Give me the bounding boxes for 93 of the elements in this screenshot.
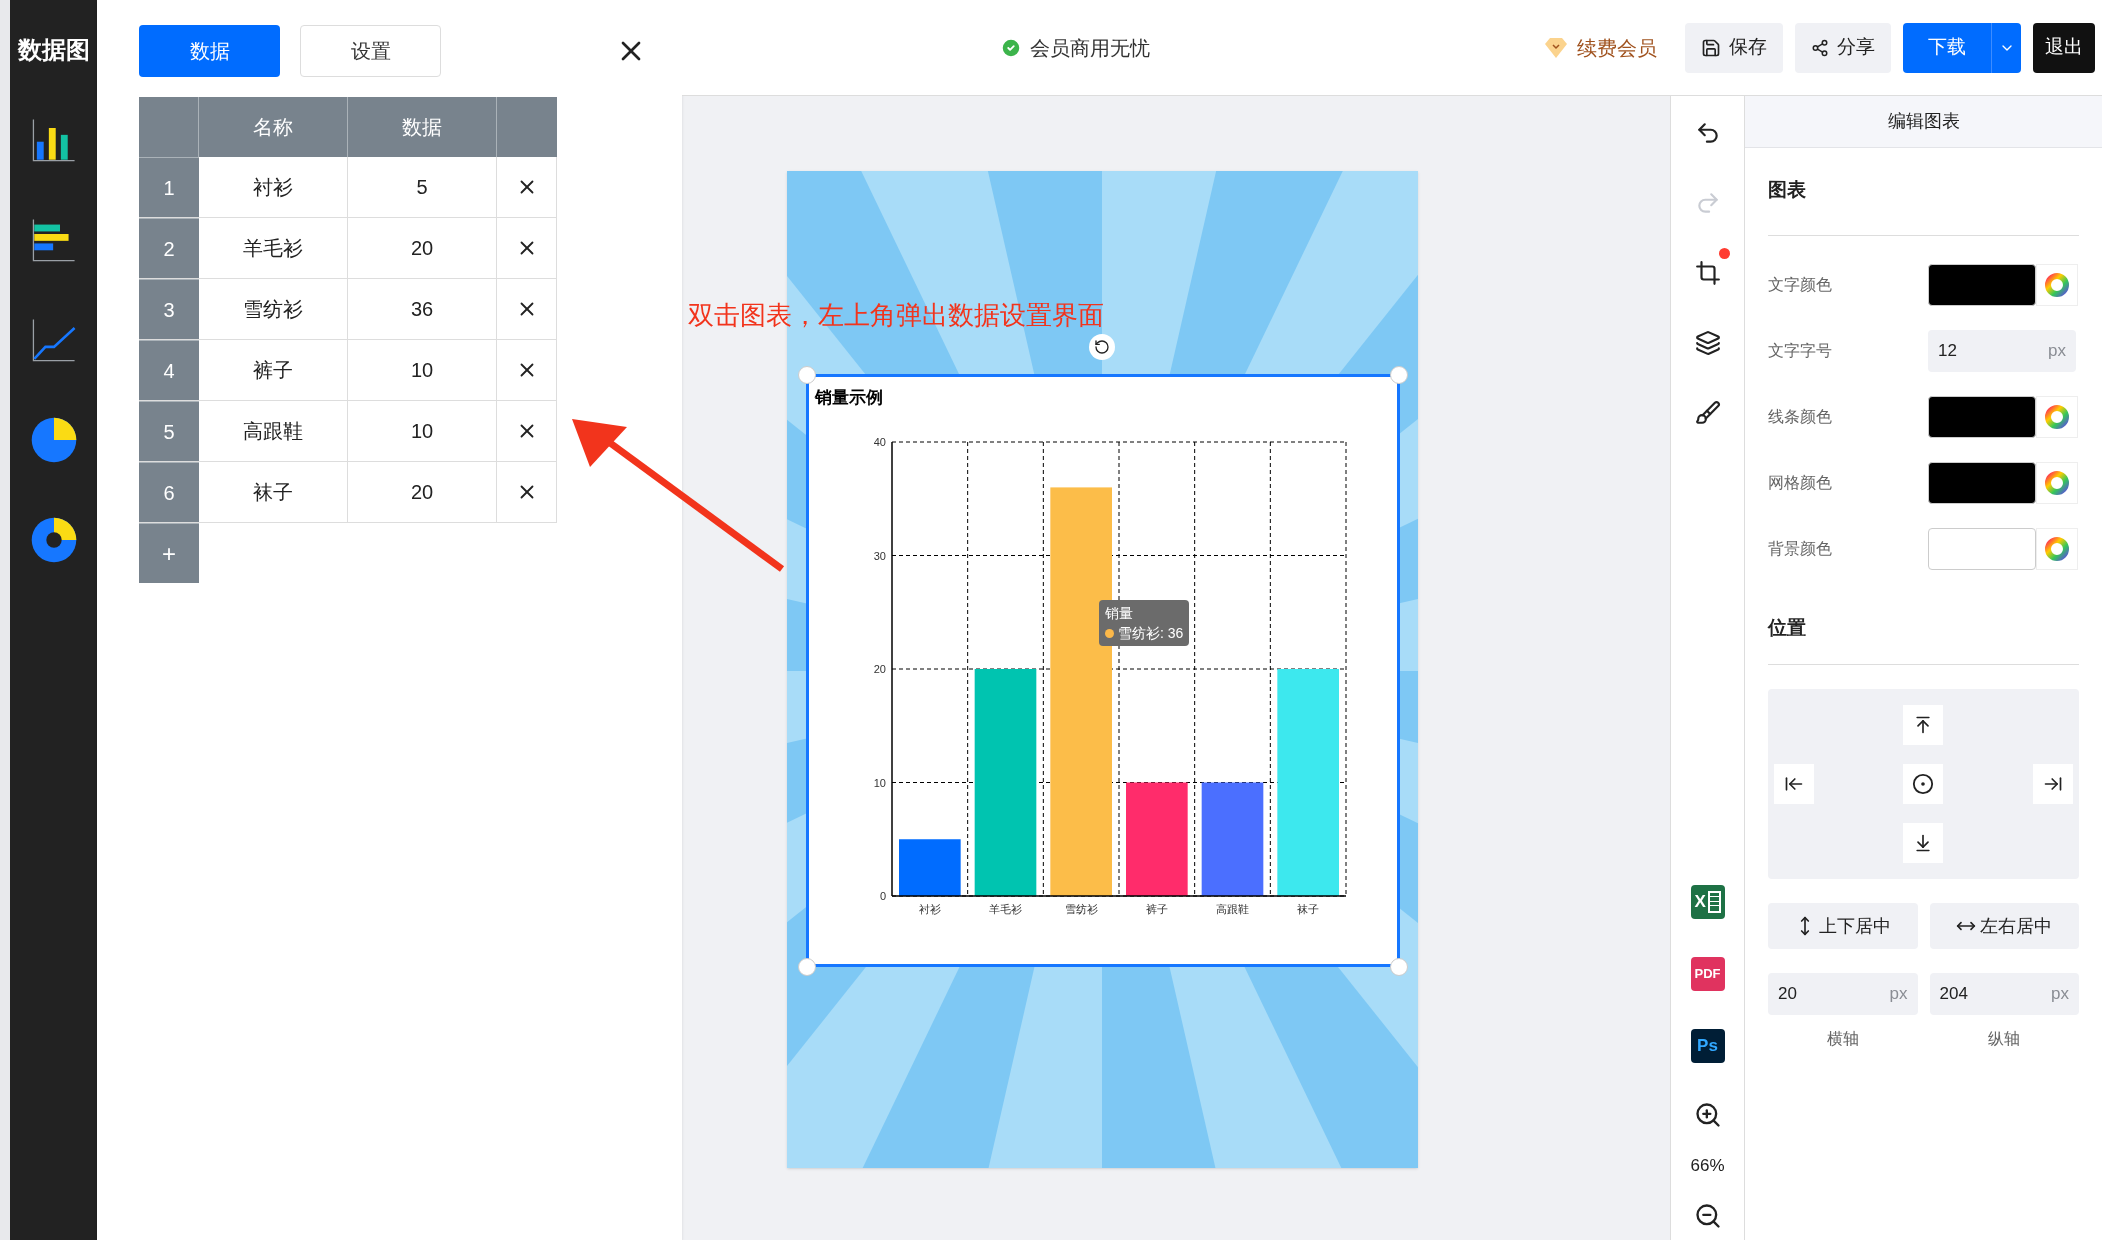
add-row-button[interactable]: + — [139, 523, 199, 583]
property-label: 文字字号 — [1768, 340, 1833, 361]
section-title: 位置 — [1768, 615, 1807, 640]
font-size-field[interactable]: 12 px — [1928, 329, 2076, 372]
x-tick-label: 裤子 — [1145, 903, 1168, 915]
y-tick-label: 20 — [873, 663, 886, 675]
share-button[interactable]: 分享 — [1795, 22, 1891, 73]
zoom-out-icon[interactable] — [1693, 1202, 1722, 1230]
align-bottom-button[interactable] — [1903, 823, 1944, 864]
panel-tab[interactable]: 设置 — [300, 25, 441, 77]
save-icon — [1701, 37, 1721, 58]
status-text: 会员商用无忧 — [1030, 35, 1150, 61]
x-tick-label: 雪纺衫 — [1064, 903, 1098, 915]
column-header: 数据 — [348, 97, 497, 157]
name-cell[interactable]: 雪纺衫 — [199, 279, 348, 339]
row-index: 5 — [139, 401, 199, 461]
y-tick-label: 0 — [879, 890, 886, 902]
exit-button[interactable]: 退出 — [2033, 22, 2095, 73]
center-button[interactable]: 上下居中 — [1768, 903, 1918, 949]
name-cell[interactable]: 羊毛衫 — [199, 218, 348, 278]
download-button[interactable]: 下载 — [1903, 22, 1991, 73]
color-wheel-icon[interactable] — [2045, 470, 2069, 495]
row-index: 2 — [139, 218, 199, 278]
tooltip-title: 销量 — [1105, 604, 1134, 623]
align-center-button[interactable] — [1903, 764, 1944, 804]
property-label: 背景颜色 — [1768, 538, 1833, 559]
color-swatch[interactable] — [1928, 263, 2036, 306]
property-label: 线条颜色 — [1768, 406, 1833, 427]
align-left-button[interactable] — [1774, 764, 1814, 804]
name-cell[interactable]: 衬衫 — [199, 157, 348, 217]
app-title: 数据图 — [17, 35, 90, 65]
brush-icon[interactable] — [1694, 400, 1721, 426]
photoshop-export-icon[interactable]: Ps — [1690, 1028, 1725, 1063]
name-cell[interactable]: 高跟鞋 — [199, 401, 348, 461]
excel-export-icon[interactable]: X — [1690, 884, 1725, 919]
color-swatch[interactable] — [1928, 395, 2036, 438]
panel-tab[interactable]: 数据 — [139, 25, 280, 77]
property-label: 网格颜色 — [1768, 472, 1833, 493]
bar[interactable] — [1201, 782, 1264, 896]
row-index: 1 — [139, 157, 199, 217]
y-tick-label: 30 — [873, 549, 886, 562]
align-right-button[interactable] — [2033, 764, 2073, 804]
rotate-icon[interactable] — [1094, 339, 1110, 355]
chart-title: 销量示例 — [815, 388, 883, 407]
download-dropdown-button[interactable] — [1991, 22, 2021, 73]
share-icon — [1811, 38, 1829, 57]
coordinate-label: 横轴 — [1826, 1029, 1859, 1049]
center-button[interactable]: 左右居中 — [1929, 903, 2079, 949]
value-cell[interactable]: 20 — [348, 462, 497, 522]
x-tick-label: 袜子 — [1297, 903, 1320, 915]
color-wheel-icon[interactable] — [2045, 536, 2069, 561]
save-button[interactable]: 保存 — [1685, 22, 1783, 73]
tooltip-value: 雪纺衫: 36 — [1118, 624, 1184, 643]
value-cell[interactable]: 10 — [348, 401, 497, 461]
color-swatch[interactable] — [1928, 461, 2036, 504]
zoom-in-icon[interactable] — [1693, 1100, 1722, 1129]
zoom-level: 66% — [1689, 1154, 1726, 1177]
name-cell[interactable]: 裤子 — [199, 340, 348, 400]
x-tick-label: 衬衫 — [918, 903, 941, 915]
align-right-icon — [2043, 774, 2063, 794]
align-top-button[interactable] — [1903, 704, 1944, 745]
panel-header: 编辑图表 — [1745, 96, 2102, 148]
y-tick-label: 10 — [873, 776, 886, 789]
column-header: 名称 — [199, 97, 348, 157]
row-index: 6 — [139, 462, 199, 522]
color-swatch[interactable] — [1928, 527, 2036, 570]
target-icon — [1912, 773, 1935, 795]
pdf-export-icon[interactable]: PDF — [1690, 956, 1725, 991]
diamond-icon — [1543, 35, 1569, 60]
coordinate-field[interactable]: 20 px — [1768, 973, 1918, 1015]
y-tick-label: 40 — [873, 436, 886, 448]
layers-icon[interactable] — [1694, 330, 1721, 356]
value-cell[interactable]: 10 — [348, 340, 497, 400]
vip-link[interactable]: 续费会员 — [1543, 32, 1657, 63]
color-wheel-icon[interactable] — [2045, 272, 2069, 297]
color-wheel-icon[interactable] — [2045, 404, 2069, 429]
row-index: 3 — [139, 279, 199, 339]
chart-card[interactable]: 销量示例 0 10 20 30 40 衬衫 羊毛衫 雪纺衫 裤子 高跟鞋 袜子 销量 雪纺衫: 36 — [806, 374, 1400, 967]
annotation-text: 双击图表，左上角弹出数据设置界面 — [688, 299, 1104, 332]
section-title: 图表 — [1768, 178, 1807, 202]
check-icon — [1000, 36, 1022, 59]
row-index: 4 — [139, 340, 199, 400]
x-tick-label: 羊毛衫 — [989, 903, 1022, 915]
coordinate-label: 纵轴 — [1988, 1029, 2021, 1049]
crop-icon[interactable] — [1694, 260, 1721, 286]
value-cell[interactable]: 36 — [348, 279, 497, 339]
align-left-icon — [1784, 774, 1804, 794]
x-tick-label: 高跟鞋 — [1216, 903, 1249, 915]
coordinate-field[interactable]: 204 px — [1929, 973, 2079, 1015]
name-cell[interactable]: 袜子 — [199, 462, 348, 522]
property-label: 文字颜色 — [1768, 274, 1833, 295]
value-cell[interactable]: 5 — [348, 157, 497, 217]
value-cell[interactable]: 20 — [348, 218, 497, 278]
